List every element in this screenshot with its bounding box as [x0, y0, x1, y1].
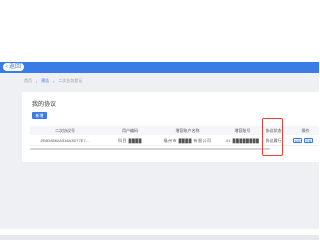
- page-title: 我的协议: [32, 102, 57, 108]
- breadcrumb-item-current: 二次业务登记: [58, 78, 83, 83]
- breadcrumb: 首页 / 预告 / 二次业务登记: [24, 78, 83, 84]
- footer-band: [0, 235, 319, 240]
- header-user-code: 用户编码: [122, 128, 138, 133]
- back-label: 返回: [9, 64, 22, 70]
- cell-user-code: 科目 ████: [118, 138, 142, 143]
- view-button[interactable]: 查看: [304, 138, 313, 143]
- horizontal-scrollbar[interactable]: [30, 148, 270, 150]
- header-account-name: 增容账户名称: [175, 128, 200, 133]
- top-nav-bar: [0, 62, 319, 73]
- header-actions: 操作: [301, 128, 310, 133]
- cell-account-name: 福州市 ████ 有限公司: [163, 138, 212, 143]
- breadcrumb-item-home[interactable]: 首页: [24, 78, 32, 84]
- back-button[interactable]: ‹ 返回: [3, 63, 25, 71]
- status-column-highlight: [262, 118, 283, 156]
- new-button[interactable]: 新增: [32, 112, 47, 119]
- edit-button[interactable]: 编辑: [293, 138, 302, 143]
- chevron-left-icon: ‹: [6, 64, 8, 70]
- breadcrumb-item-notice[interactable]: 预告: [41, 78, 49, 84]
- cell-protocol-no: 2E8D8562A316A3D77E7…: [40, 138, 90, 143]
- header-protocol-no: 二次协议号: [55, 128, 75, 133]
